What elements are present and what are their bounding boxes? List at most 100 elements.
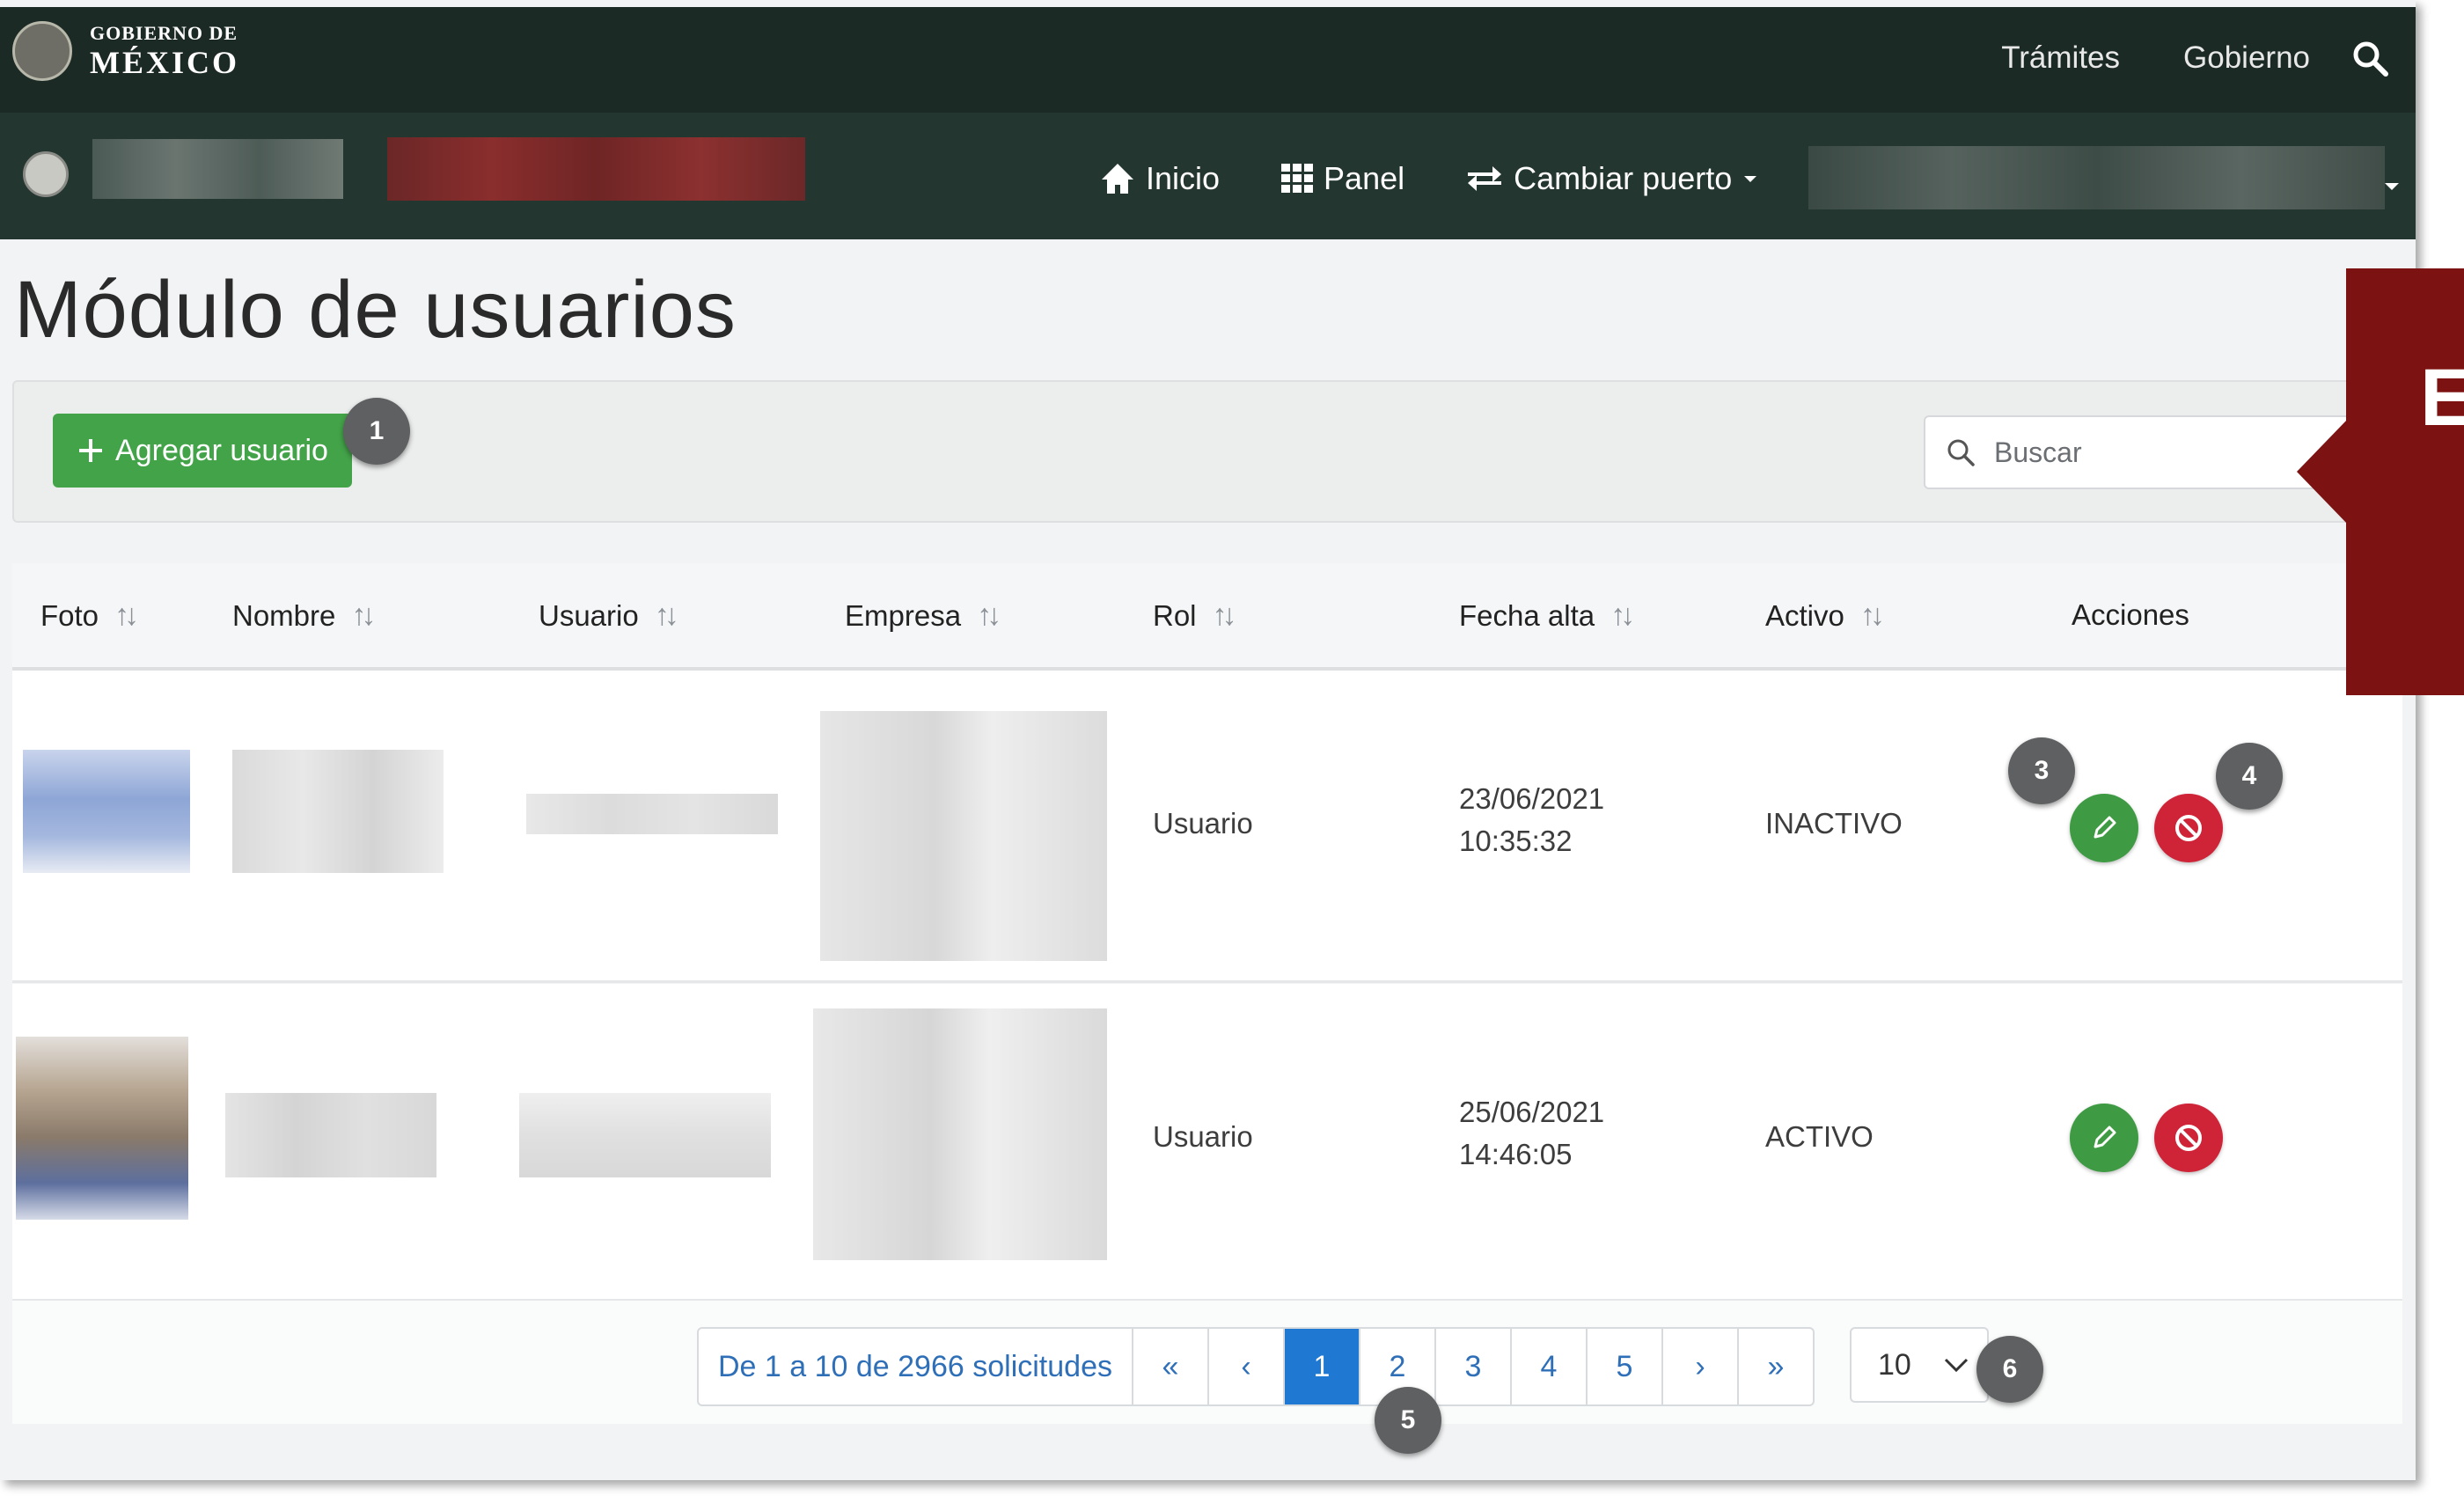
pagination: De 1 a 10 de 2966 solicitudes « ‹ 1 2 3 … [697,1327,1815,1406]
date-value: 23/06/2021 [1459,782,1605,815]
sort-icon[interactable]: ↑↓ [977,598,1001,633]
nav-panel-label: Panel [1324,160,1405,196]
nav-inicio[interactable]: Inicio [1100,160,1220,197]
page-button-1[interactable]: 1 [1284,1329,1360,1404]
column-header-label: Empresa [845,598,962,632]
company-redacted [820,711,1107,961]
callout-badge-6: 6 [1976,1336,2043,1403]
sort-icon[interactable]: ↑↓ [1860,598,1885,633]
user-name-redacted [225,1093,436,1177]
page-button-3[interactable]: 3 [1436,1329,1512,1404]
date-value: 25/06/2021 [1459,1096,1605,1128]
user-photo-redacted [23,750,190,873]
prev-page-button[interactable]: ‹ [1209,1329,1285,1404]
company-redacted [813,1008,1107,1260]
next-page-button[interactable]: › [1663,1329,1739,1404]
last-page-button[interactable]: » [1739,1329,1813,1404]
sort-icon[interactable]: ↑↓ [1610,598,1635,633]
table-header: Foto ↑↓ Nombre ↑↓ Usuario ↑↓ Empresa ↑↓ Rol ↑… [12,563,2402,671]
time-value: 10:35:32 [1459,824,1573,857]
add-user-label: Agregar usuario [115,433,328,467]
page-button-4[interactable]: 4 [1512,1329,1588,1404]
date-cell: 23/06/2021 10:35:32 [1459,778,1604,862]
ban-icon [2175,1125,2202,1151]
page-button-5[interactable]: 5 [1588,1329,1663,1404]
port-seal-icon [23,151,69,197]
column-header-label: Rol [1153,598,1197,632]
chevron-down-icon [1944,1358,1969,1373]
column-header-label: Fecha alta [1459,598,1595,632]
redacted-app-name [92,139,343,199]
annotation-callout-letter: E [2420,353,2464,443]
sort-icon[interactable]: ↑↓ [114,598,139,633]
user-menu-caret-icon[interactable] [2385,183,2399,190]
first-page-button[interactable]: « [1133,1329,1209,1404]
disable-user-button[interactable] [2154,1104,2223,1172]
redacted-user-menu[interactable] [1808,146,2385,209]
username-redacted [519,1093,771,1177]
disable-user-button[interactable] [2154,794,2223,862]
date-cell: 25/06/2021 14:46:05 [1459,1091,1604,1176]
sort-icon[interactable]: ↑↓ [1213,598,1237,633]
per-page-select[interactable]: 10 [1850,1327,1989,1403]
gov-logo[interactable]: GOBIERNO DE MÉXICO [12,21,239,81]
grid-icon [1281,164,1314,193]
gov-top-bar: GOBIERNO DE MÉXICO Trámites Gobierno [0,7,2416,113]
column-header-nombre[interactable]: Nombre ↑↓ [232,598,376,633]
gov-logo-big-text: MÉXICO [90,45,239,80]
sort-icon[interactable]: ↑↓ [351,598,376,633]
sort-icon[interactable]: ↑↓ [655,598,679,633]
column-header-label: Acciones [2072,598,2189,631]
callout-badge-4: 4 [2216,743,2283,810]
national-seal-icon [12,21,72,81]
column-header-label: Activo [1765,598,1844,632]
nav-inicio-label: Inicio [1146,160,1221,196]
plus-icon [79,439,103,462]
pencil-icon [2094,1126,2116,1148]
edit-button[interactable] [2070,794,2138,862]
callout-badge-3: 3 [2008,737,2075,804]
user-photo-redacted [16,1037,188,1220]
column-header-label: Usuario [539,598,639,632]
role-cell: Usuario [1153,807,1253,840]
user-name-redacted [232,750,444,873]
column-header-fecha-alta[interactable]: Fecha alta ↑↓ [1459,598,1635,633]
per-page-value: 10 [1878,1347,1911,1382]
status-cell: ACTIVO [1765,1120,1874,1153]
nav-cambiar-puerto[interactable]: Cambiar puerto [1466,160,1758,197]
search-icon [1947,439,1975,466]
caret-down-icon [1744,176,1757,182]
column-header-foto[interactable]: Foto ↑↓ [40,598,139,633]
table-row: Usuario 23/06/2021 10:35:32 INACTIVO [12,671,2402,983]
swap-arrows-icon [1468,166,1502,191]
column-header-label: Nombre [232,598,336,632]
column-header-label: Foto [40,598,99,632]
pagination-info: De 1 a 10 de 2966 solicitudes [699,1329,1133,1404]
pencil-icon [2094,816,2116,839]
gov-logo-small-text: GOBIERNO DE [90,22,238,44]
annotation-callout-arrow [2297,419,2348,524]
annotation-callout [2346,268,2464,695]
table-footer: De 1 a 10 de 2966 solicitudes « ‹ 1 2 3 … [12,1301,2402,1424]
username-redacted [526,794,778,834]
page-title: Módulo de usuarios [14,265,737,355]
column-header-activo[interactable]: Activo ↑↓ [1765,598,1885,633]
nav-cambiar-puerto-label: Cambiar puerto [1514,160,1733,196]
app-frame: GOBIERNO DE MÉXICO Trámites Gobierno Ini… [0,0,2416,1480]
column-header-usuario[interactable]: Usuario ↑↓ [539,598,679,633]
callout-badge-5: 5 [1375,1387,1441,1454]
column-header-rol[interactable]: Rol ↑↓ [1153,598,1237,633]
column-header-empresa[interactable]: Empresa ↑↓ [845,598,1001,633]
edit-button[interactable] [2070,1104,2138,1172]
table-row: Usuario 25/06/2021 14:46:05 ACTIVO [12,984,2402,1302]
search-input[interactable] [1992,435,2348,470]
top-link-gobierno[interactable]: Gobierno [2183,40,2310,76]
top-link-tramites[interactable]: Trámites [2001,40,2120,76]
status-cell: INACTIVO [1765,807,1903,840]
role-cell: Usuario [1153,1120,1253,1153]
add-user-button[interactable]: Agregar usuario [53,414,352,488]
column-header-acciones: Acciones [2072,598,2189,632]
time-value: 14:46:05 [1459,1137,1573,1170]
search-icon[interactable] [2350,39,2389,77]
nav-panel[interactable]: Panel [1281,160,1404,197]
